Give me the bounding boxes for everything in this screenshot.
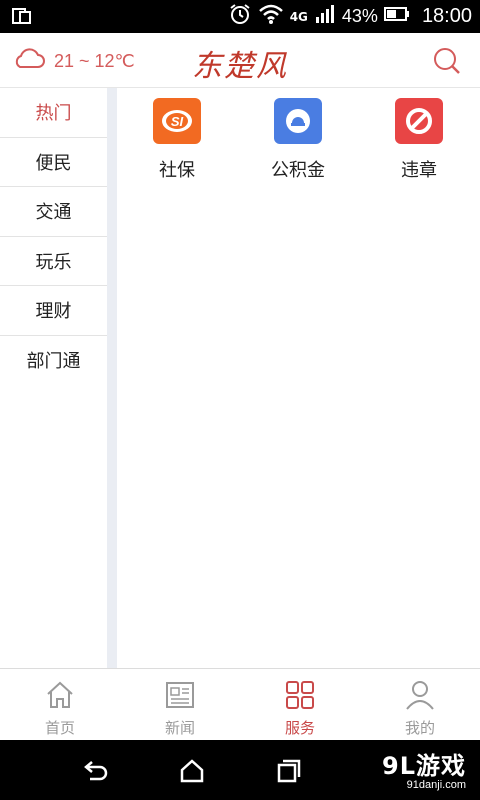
weather-widget[interactable]: 21 ~ 12℃: [12, 47, 135, 76]
network-type-label: 4G: [289, 9, 308, 24]
service-label: 公积金: [271, 160, 325, 181]
brand-logo: 东楚风: [192, 49, 288, 84]
service-label: 违章: [401, 160, 437, 181]
social-security-icon: SI: [153, 98, 201, 144]
services-panel: SI 社保 公积金 违章: [117, 88, 480, 668]
menu-item-departments[interactable]: 部门通: [0, 336, 107, 386]
svg-text:SI: SI: [171, 114, 184, 129]
menu-item-traffic[interactable]: 交通: [0, 187, 107, 237]
cloud-icon: [12, 47, 46, 76]
tab-label: 新闻: [164, 719, 195, 737]
service-label: 社保: [159, 160, 195, 181]
news-icon: [164, 679, 196, 711]
menu-item-hot[interactable]: 热门: [0, 88, 107, 138]
system-nav-bar: 9L游戏 91danji.com: [0, 740, 480, 800]
menu-item-convenience[interactable]: 便民: [0, 138, 107, 187]
grid-icon: [284, 679, 316, 711]
service-housing-fund[interactable]: 公积金: [248, 98, 348, 182]
home-nav-icon[interactable]: [177, 756, 207, 786]
app-header: 21 ~ 12℃ 东楚风: [0, 33, 480, 88]
watermark: 9L游戏 91danji.com: [382, 746, 466, 791]
home-icon: [44, 679, 76, 711]
service-violations[interactable]: 违章: [369, 98, 469, 182]
tab-label: 我的: [404, 719, 435, 737]
menu-item-finance[interactable]: 理财: [0, 286, 107, 336]
screen-mirror-icon: [12, 7, 32, 25]
back-icon[interactable]: [80, 756, 110, 786]
menu-item-entertainment[interactable]: 玩乐: [0, 237, 107, 286]
battery-icon: [383, 6, 410, 27]
service-social-security[interactable]: SI 社保: [127, 98, 227, 182]
search-icon[interactable]: [432, 46, 462, 76]
tab-services[interactable]: 服务: [240, 669, 360, 740]
watermark-title: 9L游戏: [382, 752, 466, 780]
status-bar: 4G 43% 18:00: [0, 0, 480, 33]
alarm-icon: [228, 3, 252, 30]
user-icon: [404, 679, 436, 711]
wifi-icon: [258, 3, 284, 30]
no-entry-icon: [395, 98, 443, 144]
menu-divider: [107, 88, 117, 668]
app-root: 4G 43% 18:00 21 ~ 12℃ 东楚风 热门 便民 交通 玩乐 理财…: [0, 0, 480, 800]
housing-fund-icon: [274, 98, 322, 144]
recents-icon[interactable]: [273, 756, 303, 786]
tab-news[interactable]: 新闻: [120, 669, 240, 740]
tab-label: 首页: [44, 719, 75, 737]
tab-label: 服务: [284, 719, 315, 737]
signal-icon: [314, 3, 336, 30]
tab-home[interactable]: 首页: [0, 669, 120, 740]
category-menu: 热门 便民 交通 玩乐 理财 部门通: [0, 88, 107, 668]
battery-percent: 43%: [341, 6, 378, 26]
clock: 18:00: [421, 5, 472, 27]
bottom-tab-bar: 首页 新闻 服务 我的: [0, 668, 480, 740]
tab-profile[interactable]: 我的: [360, 669, 480, 740]
temperature-range: 21 ~ 12℃: [54, 51, 135, 71]
